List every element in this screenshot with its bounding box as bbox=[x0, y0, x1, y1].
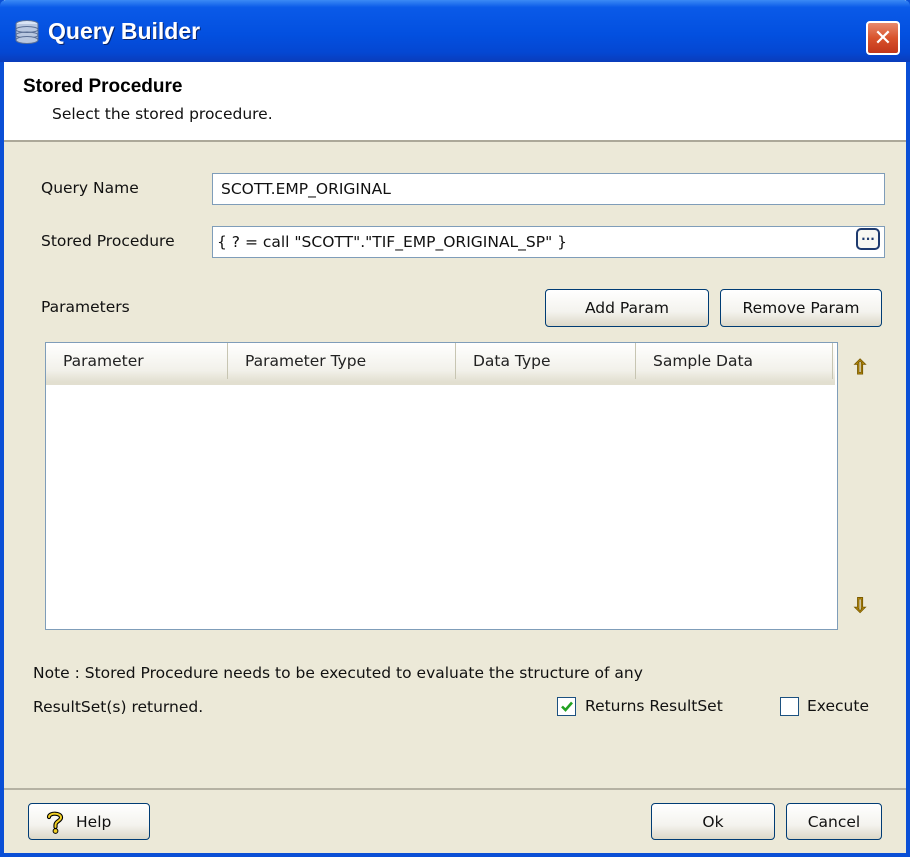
header-subtitle: Select the stored procedure. bbox=[52, 105, 273, 123]
column-header-sample-data[interactable]: Sample Data bbox=[636, 343, 833, 379]
column-header-parameter[interactable]: Parameter bbox=[46, 343, 228, 379]
browse-procedure-button[interactable]: ··· bbox=[856, 228, 880, 250]
returns-resultset-checkbox[interactable] bbox=[557, 697, 576, 716]
column-header-data-type[interactable]: Data Type bbox=[456, 343, 636, 379]
close-button[interactable]: ✕ bbox=[866, 21, 900, 55]
help-button-label: Help bbox=[76, 812, 112, 831]
query-name-label: Query Name bbox=[41, 179, 139, 197]
remove-param-button[interactable]: Remove Param bbox=[720, 289, 882, 327]
query-builder-dialog: Query Builder ✕ Stored Procedure Select … bbox=[0, 0, 910, 857]
returns-resultset-label: Returns ResultSet bbox=[585, 697, 723, 715]
move-up-icon[interactable]: ⇧ bbox=[849, 355, 871, 380]
move-down-icon[interactable]: ⇩ bbox=[849, 593, 871, 618]
wizard-header: Stored Procedure Select the stored proce… bbox=[4, 62, 906, 142]
query-name-input[interactable]: SCOTT.EMP_ORIGINAL bbox=[212, 173, 885, 205]
window-title: Query Builder bbox=[48, 18, 201, 44]
close-icon: ✕ bbox=[873, 25, 893, 51]
checkmark-icon bbox=[560, 701, 573, 712]
help-question-icon bbox=[46, 811, 64, 834]
note-text-line2: ResultSet(s) returned. bbox=[33, 698, 204, 716]
execute-label: Execute bbox=[807, 697, 869, 715]
note-text-line1: Note : Stored Procedure needs to be exec… bbox=[33, 664, 643, 682]
parameters-table[interactable]: Parameter Parameter Type Data Type Sampl… bbox=[45, 342, 838, 630]
ok-button[interactable]: Ok bbox=[651, 803, 775, 840]
footer-separator bbox=[4, 788, 906, 790]
parameters-label: Parameters bbox=[41, 298, 130, 316]
title-bar[interactable]: Query Builder ✕ bbox=[0, 0, 910, 62]
stored-procedure-input[interactable]: { ? = call "SCOTT"."TIF_EMP_ORIGINAL_SP"… bbox=[212, 226, 885, 258]
stored-procedure-label: Stored Procedure bbox=[41, 232, 175, 250]
ellipsis-icon: ··· bbox=[861, 232, 875, 246]
add-param-button[interactable]: Add Param bbox=[545, 289, 709, 327]
column-header-parameter-type[interactable]: Parameter Type bbox=[228, 343, 456, 379]
help-button[interactable]: Help bbox=[28, 803, 150, 840]
execute-checkbox[interactable] bbox=[780, 697, 799, 716]
database-icon bbox=[15, 20, 39, 44]
cancel-button[interactable]: Cancel bbox=[786, 803, 882, 840]
table-header: Parameter Parameter Type Data Type Sampl… bbox=[46, 343, 835, 385]
header-title: Stored Procedure bbox=[23, 76, 183, 97]
